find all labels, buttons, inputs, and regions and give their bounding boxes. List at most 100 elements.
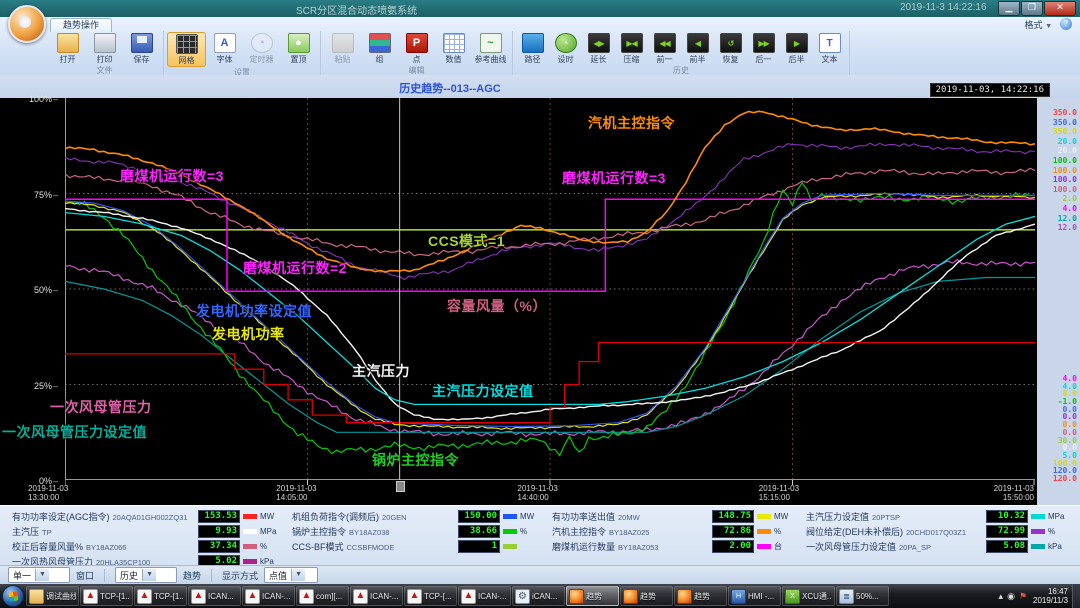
trend-icon — [569, 589, 584, 604]
taskbar-item-label: 趋势 — [694, 591, 710, 602]
divider — [211, 569, 212, 582]
taskbar-item-tri-3[interactable]: ▲ICAN... — [188, 586, 241, 606]
settime-icon: ◔ — [555, 33, 577, 53]
ribbon: 趋势操作 格式 ▼ ? 打开打印保存文件网格A字体◔定时器●置顶设置粘贴组P点数… — [0, 17, 1080, 76]
start-button[interactable] — [0, 585, 26, 607]
ribbon-button-font[interactable]: A字体 — [206, 32, 243, 67]
table-icon — [443, 33, 465, 53]
format-menu[interactable]: 格式 ▼ — [1025, 18, 1052, 31]
point-unit: % — [260, 542, 284, 551]
ribbon-button-label: 打开 — [60, 54, 76, 65]
tri-icon: ▲ — [245, 589, 260, 604]
app-logo-icon[interactable] — [8, 5, 46, 43]
ribbon-button-timer[interactable]: ◔定时器 — [243, 32, 280, 67]
point-tag: BY18AZ066 — [86, 543, 126, 552]
scale-value: 20.0 — [1039, 146, 1077, 156]
tray-icon-0[interactable]: ▴ — [999, 591, 1004, 602]
history-mode-select[interactable]: 历史▼ — [115, 567, 177, 583]
ribbon-button-refcurve[interactable]: ~参考曲线 — [472, 32, 509, 65]
titlebar-clock: 2019-11-3 14:22:16 — [900, 2, 987, 13]
taskbar-item-hmi-13[interactable]: HHMI -... — [728, 586, 781, 606]
window-mode-select[interactable]: 单一▼ — [8, 567, 70, 583]
taskbar-item-trend-10[interactable]: 趋势 — [566, 586, 619, 606]
scale-value: 350.0 — [1039, 118, 1077, 128]
scale-value: 350.0 — [1039, 127, 1077, 137]
tray-icon-1[interactable]: ◉ — [1007, 591, 1015, 602]
panel-row: 有功功率送出值20MW148.75MW — [552, 510, 798, 522]
taskbar-item-trend-12[interactable]: 趋势 — [674, 586, 727, 606]
ribbon-button-next1[interactable]: ▶▶后一 — [747, 32, 780, 65]
taskbar-item-folder-0[interactable]: 调试曲线 — [26, 586, 79, 606]
taskbar-item-tri-6[interactable]: ▲ICAN-... — [350, 586, 403, 606]
minimize-button[interactable]: ▁ — [998, 1, 1020, 16]
trend-title-strip: 历史趋势--013--AGC 2019-11-03, 14:22:16 — [0, 75, 1080, 98]
taskbar-item-tri-1[interactable]: ▲TCP-[1... — [80, 586, 133, 606]
taskbar-item-tri-7[interactable]: ▲TCP-[... — [404, 586, 457, 606]
ribbon-button-compress[interactable]: ▶◀压缩 — [615, 32, 648, 65]
chart-label: 锅炉主控指令 — [372, 450, 459, 470]
font-icon: A — [214, 33, 236, 53]
ribbon-button-group[interactable]: 组 — [361, 32, 398, 65]
taskbar-item-tri-8[interactable]: ▲ICAN-... — [458, 586, 511, 606]
chart-label: 一次风母管压力 — [50, 397, 152, 417]
ribbon-button-grid[interactable]: 网格 — [167, 32, 206, 67]
taskbar-item-doc-15[interactable]: ≣50%... — [836, 586, 889, 606]
ribbon-button-pin[interactable]: ●置顶 — [280, 32, 317, 67]
ribbon-button-extend[interactable]: ◀▶延长 — [582, 32, 615, 65]
point-value-panel: 有功功率设定(AGC指令)20AQA01GH002ZQ31153.53MW主汽压… — [0, 505, 1080, 566]
ribbon-button-prev1[interactable]: ◀◀前一 — [648, 32, 681, 65]
color-swatch — [503, 514, 517, 519]
taskbar-item-xcu-14[interactable]: XXCU通... — [782, 586, 835, 606]
ribbon-button-table[interactable]: 数值 — [435, 32, 472, 65]
panel-column: 有功功率设定(AGC指令)20AQA01GH002ZQ31153.53MW主汽压… — [12, 510, 284, 567]
close-button[interactable]: ✕ — [1044, 1, 1076, 16]
ribbon-button-settime[interactable]: ◔设时 — [549, 32, 582, 65]
tray-clock[interactable]: 16:472019/11/3 — [1029, 587, 1072, 605]
help-icon[interactable]: ? — [1060, 18, 1072, 30]
ribbon-button-nexthalf[interactable]: ▶后半 — [780, 32, 813, 65]
ribbon-button-text[interactable]: T文本 — [813, 32, 846, 65]
restore-button[interactable]: ❐ — [1021, 1, 1043, 16]
ribbon-button-print[interactable]: 打印 — [86, 32, 123, 65]
taskbar-item-tri-2[interactable]: ▲TCP-[1... — [134, 586, 187, 606]
point-tag: TP — [42, 528, 52, 537]
ribbon-button-path[interactable]: 路径 — [516, 32, 549, 65]
trend-plot[interactable] — [65, 98, 1035, 490]
tray-icon-2[interactable]: ⚑ — [1019, 591, 1027, 602]
scale-value: 120.0 — [1039, 475, 1077, 483]
taskbar-item-tri-4[interactable]: ▲ICAN-... — [242, 586, 295, 606]
ribbon-button-point[interactable]: P点 — [398, 32, 435, 65]
x-axis-label: 2019-11-03 15:15:00 — [759, 484, 823, 502]
ribbon-button-paste[interactable]: 粘贴 — [324, 32, 361, 65]
y-axis-label: 75% — [0, 190, 58, 200]
point-tag: 20CHD017Q03Z1 — [906, 528, 966, 537]
scale-value: 2.0 — [1039, 194, 1077, 204]
point-value: 5.08 — [986, 540, 1028, 553]
taskbar-item-gear-9[interactable]: ⚙iCAN... — [512, 586, 565, 606]
xcu-icon: X — [785, 589, 800, 604]
ribbon-button-restore[interactable]: ↺恢复 — [714, 32, 747, 65]
ribbon-button-label: 前半 — [690, 54, 706, 65]
taskbar-item-label: ICAN... — [208, 592, 234, 601]
chart-label: 发电机功率 — [212, 324, 285, 344]
taskbar-item-tri-5[interactable]: ▲com][... — [296, 586, 349, 606]
point-value: 148.75 — [712, 510, 754, 523]
taskbar-item-label: TCP-[... — [424, 592, 452, 601]
taskbar-item-label: iCAN... — [532, 592, 557, 601]
color-swatch — [757, 514, 771, 519]
ribbon-button-open[interactable]: 打开 — [49, 32, 86, 65]
color-swatch — [757, 529, 771, 534]
trend-label: 趋势 — [183, 569, 201, 582]
chart-label: 主汽压力设定值 — [432, 381, 534, 401]
ribbon-button-save[interactable]: 保存 — [123, 32, 160, 65]
tab-trend-operations[interactable]: 趋势操作 — [50, 18, 112, 32]
taskbar-item-trend-11[interactable]: 趋势 — [620, 586, 673, 606]
title-bar: SCR分区混合动态喷氨系统 2019-11-3 14:22:16 ▁ ❐ ✕ — [0, 0, 1080, 17]
group-icon — [369, 33, 391, 53]
cursor-handle[interactable] — [396, 481, 405, 492]
point-value: 2.00 — [712, 540, 754, 553]
color-swatch — [1031, 529, 1045, 534]
display-mode-select[interactable]: 点值▼ — [264, 567, 318, 583]
show-desktop-button[interactable] — [1072, 584, 1080, 608]
ribbon-button-prevhalf[interactable]: ◀前半 — [681, 32, 714, 65]
